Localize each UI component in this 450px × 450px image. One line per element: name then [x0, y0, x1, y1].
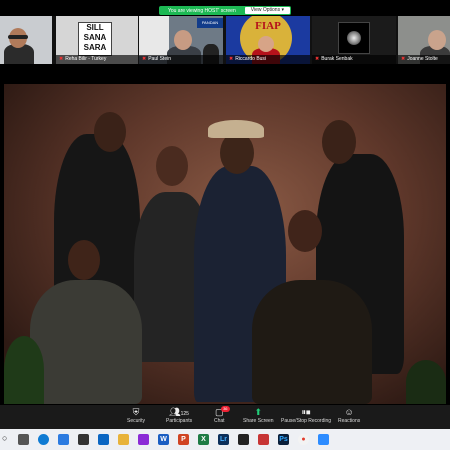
- participant-tile-self[interactable]: [0, 16, 52, 64]
- muted-mic-icon: ✖: [315, 56, 320, 62]
- participant-tile-burak[interactable]: ✖ Burak Senbak: [312, 16, 396, 64]
- terminal-icon[interactable]: [78, 434, 89, 445]
- fiap-logo-text: FIAP: [255, 20, 281, 32]
- face-girl-seated: [68, 240, 100, 280]
- smiley-icon: ☺: [344, 407, 354, 417]
- chrome-icon[interactable]: ●: [298, 434, 309, 445]
- face-tall-left: [94, 112, 126, 152]
- chat-label: Chat: [214, 418, 225, 424]
- view-options-button[interactable]: View Options ▾: [244, 7, 290, 14]
- pause-stop-icon: ⏸⏹: [301, 407, 311, 417]
- participant-tile-joanne[interactable]: ✖ Joanne Stolte: [398, 16, 450, 64]
- muted-mic-icon: ✖: [229, 56, 234, 62]
- security-button[interactable]: ⛨ Security: [127, 407, 145, 424]
- sill-logo-line1: SILL: [86, 23, 104, 32]
- share-screen-button[interactable]: ⬆ Share Screen: [243, 407, 274, 424]
- muted-mic-icon: ✖: [142, 56, 147, 62]
- recording-button[interactable]: ⏸⏹ Pause/Stop Recording: [281, 407, 331, 424]
- screen-share-message: You are viewing HOST' screen: [167, 7, 236, 14]
- people-icon: 👥︎125: [169, 407, 189, 417]
- reactions-label: Reactions: [338, 418, 361, 424]
- participants-count: 125: [180, 411, 189, 417]
- face-man-hat: [220, 132, 254, 174]
- file-explorer-icon[interactable]: [118, 434, 129, 445]
- app-icon[interactable]: [138, 434, 149, 445]
- powerpoint-icon[interactable]: P: [178, 434, 189, 445]
- share-screen-label: Share Screen: [243, 418, 274, 424]
- sill-logo: SILL SANA SARA: [78, 22, 112, 56]
- participant-name-label: ✖ Riccardo Busi: [226, 55, 310, 64]
- participant-face: [258, 36, 274, 52]
- face-woman-dress: [156, 146, 188, 186]
- excel-icon[interactable]: X: [198, 434, 209, 445]
- sill-logo-line3: SARA: [83, 43, 107, 52]
- chat-icon: ▢ 36: [215, 406, 230, 417]
- face-tall-right: [322, 120, 356, 164]
- muted-mic-icon: ✖: [401, 56, 406, 62]
- sill-logo-line2: SANA: [83, 33, 107, 42]
- participant-name-label: ✖ Reha Bilir - Turkey: [56, 55, 138, 64]
- security-label: Security: [127, 418, 146, 424]
- word-icon[interactable]: W: [158, 434, 169, 445]
- person-woman-seated: [252, 280, 372, 404]
- participant-tile-reha[interactable]: SILL SANA SARA ✖ Reha Bilir - Turkey: [56, 16, 138, 64]
- meeting-controls: ⛨ Security 👥︎125 Participants ▢ 36 Chat ⬆…: [0, 405, 450, 429]
- participant-name-label: ✖ Joanne Stolte: [398, 55, 450, 64]
- glasses-icon: [8, 35, 28, 39]
- chat-badge: 36: [221, 406, 230, 412]
- face-woman-seated: [288, 210, 322, 252]
- shared-screen-photo: [4, 84, 446, 404]
- participant-name: Reha Bilir - Turkey: [65, 56, 107, 62]
- lightroom-icon[interactable]: Lr: [218, 434, 229, 445]
- participant-face: [174, 30, 192, 50]
- profile-picture: [338, 22, 370, 54]
- profile-picture-graphic: [347, 31, 361, 45]
- reactions-button[interactable]: ☺ Reactions: [338, 407, 360, 424]
- screen-share-notice: You are viewing HOST' screen View Option…: [159, 6, 291, 15]
- background-poster: [139, 16, 169, 56]
- shield-icon: ⛨: [132, 407, 140, 417]
- muted-mic-icon: ✖: [59, 56, 64, 62]
- participant-name-label: ✖ Paul Stein: [139, 55, 223, 64]
- zoom-icon[interactable]: [318, 434, 329, 445]
- store-icon[interactable]: [58, 434, 69, 445]
- participant-name: Paul Stein: [148, 56, 171, 62]
- participants-label: Participants: [166, 418, 193, 424]
- participants-button[interactable]: 👥︎125 Participants: [166, 407, 192, 424]
- task-view-icon[interactable]: [18, 434, 29, 445]
- pandan-sign: PANDAN: [197, 18, 223, 28]
- app-icon-3[interactable]: [258, 434, 269, 445]
- share-screen-icon: ⬆: [254, 407, 263, 417]
- participant-face: [428, 30, 446, 50]
- participant-tile-riccardo[interactable]: FIAP ✖ Riccardo Busi: [226, 16, 310, 64]
- plant-left: [4, 336, 44, 404]
- recording-label: Pause/Stop Recording: [281, 418, 332, 424]
- participant-name: Riccardo Busi: [235, 56, 267, 62]
- mail-icon[interactable]: [98, 434, 109, 445]
- search-icon[interactable]: ○: [2, 433, 7, 443]
- participant-tile-paul[interactable]: PANDAN ✖ Paul Stein: [139, 16, 223, 64]
- app-icon-2[interactable]: [238, 434, 249, 445]
- hat-icon: [208, 120, 264, 138]
- photoshop-icon[interactable]: Ps: [278, 434, 289, 445]
- participant-name: Burak Senbak: [321, 56, 353, 62]
- participant-strip: SILL SANA SARA ✖ Reha Bilir - Turkey PAND…: [0, 16, 450, 64]
- participant-name-label: ✖ Burak Senbak: [312, 55, 396, 64]
- participant-name: Joanne Stolte: [407, 56, 438, 62]
- chat-button[interactable]: ▢ 36 Chat: [214, 406, 230, 424]
- edge-icon[interactable]: [38, 434, 49, 445]
- plant-right: [406, 360, 446, 404]
- person-girl-seated: [30, 280, 142, 404]
- taskbar: ○ W P X Lr Ps ●: [0, 429, 450, 450]
